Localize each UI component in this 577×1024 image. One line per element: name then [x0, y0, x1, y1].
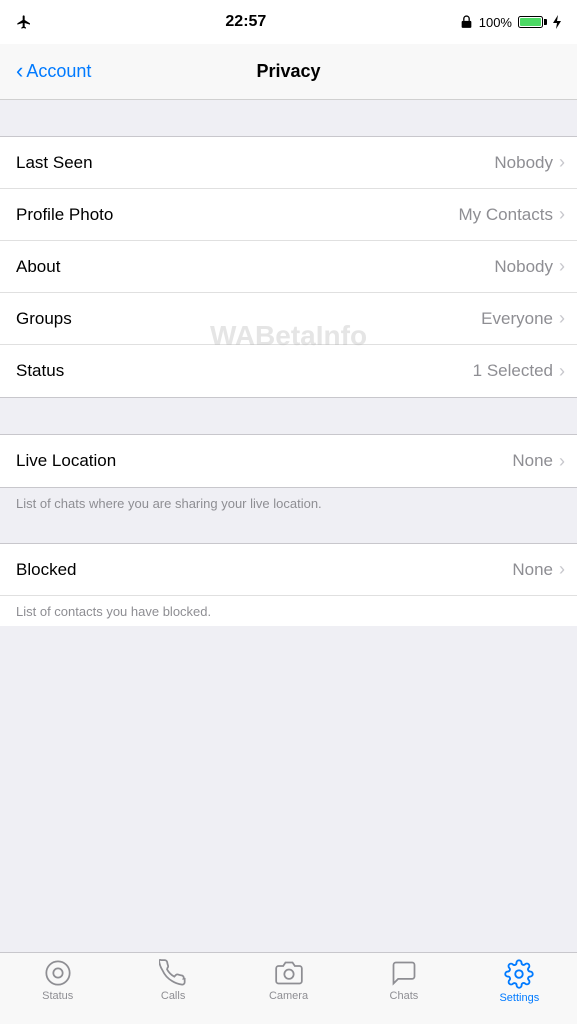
- bottom-padding: [0, 626, 577, 706]
- live-location-description: List of chats where you are sharing your…: [0, 488, 577, 523]
- status-tab-icon: [44, 959, 72, 987]
- status-value: 1 Selected: [473, 361, 553, 381]
- blocked-chevron-icon: ›: [559, 559, 565, 580]
- blocked-row[interactable]: Blocked None ›: [0, 544, 577, 596]
- about-chevron-icon: ›: [559, 256, 565, 277]
- tab-chats[interactable]: Chats: [346, 959, 461, 1002]
- page-title: Privacy: [256, 61, 320, 82]
- profile-photo-label: Profile Photo: [16, 205, 113, 225]
- blocked-description: List of contacts you have blocked.: [0, 596, 577, 626]
- last-seen-row[interactable]: Last Seen Nobody ›: [0, 137, 577, 189]
- live-location-value: None: [512, 451, 553, 471]
- about-label: About: [16, 257, 60, 277]
- battery-percent: 100%: [479, 15, 512, 30]
- groups-value-group: Everyone ›: [481, 308, 561, 329]
- tab-camera[interactable]: Camera: [231, 959, 346, 1002]
- status-bar-left: [16, 14, 32, 30]
- status-bar: 22:57 100%: [0, 0, 577, 44]
- status-chevron-icon: ›: [559, 361, 565, 382]
- groups-label: Groups: [16, 309, 72, 329]
- groups-value: Everyone: [481, 309, 553, 329]
- lock-icon: [460, 15, 473, 29]
- groups-chevron-icon: ›: [559, 308, 565, 329]
- profile-photo-chevron-icon: ›: [559, 204, 565, 225]
- about-value-group: Nobody ›: [494, 256, 561, 277]
- settings-tab-icon: [504, 959, 534, 989]
- live-location-value-group: None ›: [512, 451, 561, 472]
- nav-bar: ‹ Account Privacy: [0, 44, 577, 100]
- blocked-value-group: None ›: [512, 559, 561, 580]
- profile-photo-row[interactable]: Profile Photo My Contacts ›: [0, 189, 577, 241]
- blocked-label: Blocked: [16, 560, 76, 580]
- calls-tab-icon: [159, 959, 187, 987]
- about-value: Nobody: [494, 257, 553, 277]
- airplane-icon: [16, 14, 32, 30]
- live-location-section: Live Location None ›: [0, 434, 577, 488]
- calls-tab-label: Calls: [161, 990, 185, 1002]
- blocked-value: None: [512, 560, 553, 580]
- profile-photo-value: My Contacts: [459, 205, 553, 225]
- live-location-chevron-icon: ›: [559, 451, 565, 472]
- status-bar-time: 22:57: [225, 13, 266, 31]
- chats-tab-icon: [390, 959, 418, 987]
- back-button[interactable]: ‹ Account: [16, 61, 91, 82]
- about-row[interactable]: About Nobody ›: [0, 241, 577, 293]
- blocked-section: Blocked None › List of contacts you have…: [0, 543, 577, 626]
- charging-icon: [553, 15, 561, 29]
- tab-bar: Status Calls Camera Chats Settings: [0, 952, 577, 1024]
- visibility-section: Last Seen Nobody › Profile Photo My Cont…: [0, 136, 577, 398]
- camera-tab-label: Camera: [269, 990, 308, 1002]
- profile-photo-value-group: My Contacts ›: [459, 204, 561, 225]
- live-location-row[interactable]: Live Location None ›: [0, 435, 577, 487]
- back-label: Account: [26, 61, 91, 82]
- back-chevron-icon: ‹: [16, 60, 23, 82]
- last-seen-value: Nobody: [494, 153, 553, 173]
- tab-status[interactable]: Status: [0, 959, 115, 1002]
- status-value-group: 1 Selected ›: [473, 361, 561, 382]
- chats-tab-label: Chats: [390, 990, 419, 1002]
- last-seen-chevron-icon: ›: [559, 152, 565, 173]
- battery-icon: [518, 16, 547, 28]
- last-seen-label: Last Seen: [16, 153, 93, 173]
- section-gap-top: [0, 100, 577, 136]
- status-row[interactable]: Status 1 Selected ›: [0, 345, 577, 397]
- tab-settings[interactable]: Settings: [462, 959, 577, 1004]
- status-tab-label: Status: [42, 990, 73, 1002]
- section-gap-before-blocked: [0, 523, 577, 543]
- camera-tab-icon: [275, 959, 303, 987]
- last-seen-value-group: Nobody ›: [494, 152, 561, 173]
- live-location-label: Live Location: [16, 451, 116, 471]
- content-area: WABetaInfo Last Seen Nobody › Profile Ph…: [0, 100, 577, 706]
- groups-row[interactable]: Groups Everyone ›: [0, 293, 577, 345]
- status-label: Status: [16, 361, 64, 381]
- status-bar-right: 100%: [460, 15, 561, 30]
- section-gap-mid: [0, 398, 577, 434]
- tab-calls[interactable]: Calls: [115, 959, 230, 1002]
- settings-tab-label: Settings: [499, 992, 539, 1004]
